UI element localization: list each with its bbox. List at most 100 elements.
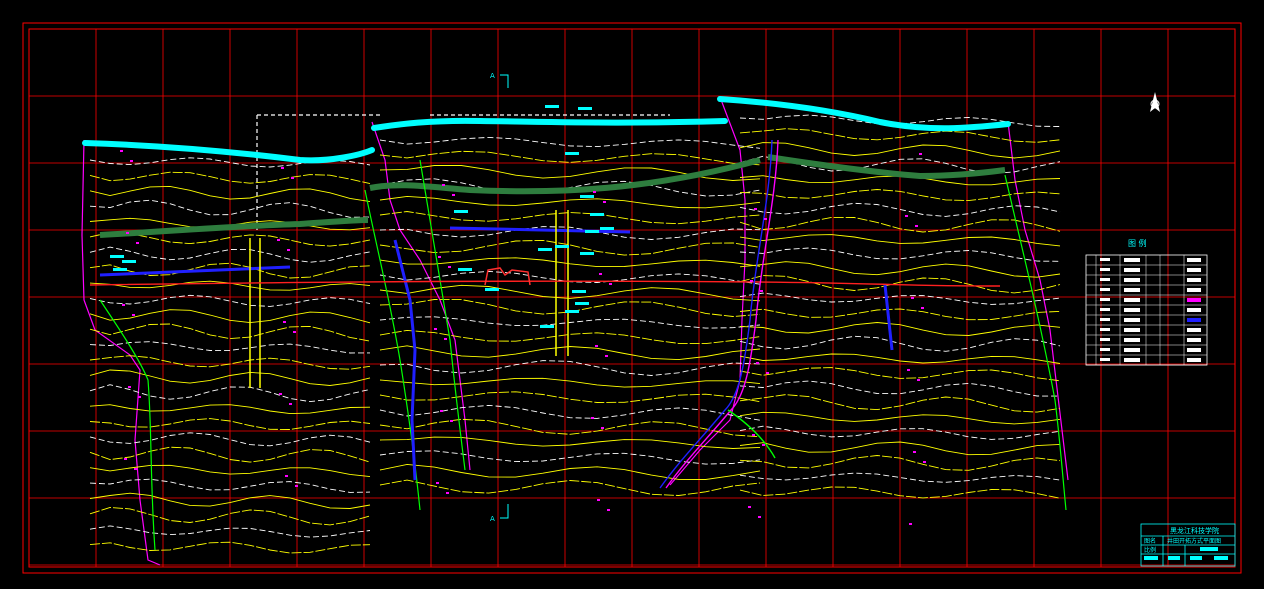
elevation-point	[905, 215, 908, 217]
legend-symbol-bar	[1100, 328, 1110, 331]
elevation-point	[758, 516, 761, 518]
legend-symbol-bar	[1100, 278, 1110, 281]
annotation-tag	[454, 210, 468, 213]
legend-grid	[1086, 255, 1207, 366]
river-segment-left	[82, 140, 375, 164]
legend-symbol-bar	[1187, 348, 1201, 352]
elevation-point	[750, 280, 753, 282]
section-mark-bottom-label: A	[490, 515, 495, 523]
legend-symbol-bar	[1124, 298, 1140, 302]
annotation-tag	[590, 213, 604, 216]
elevation-point	[609, 283, 612, 285]
annotation-tag	[565, 310, 579, 313]
legend-table: 图 例	[1085, 238, 1208, 366]
elevation-point	[442, 184, 445, 186]
legend-symbol-bar	[1124, 308, 1140, 312]
legend-symbol-bar	[1187, 328, 1201, 332]
contour-line	[379, 360, 761, 376]
left-block-boundary	[81, 139, 161, 566]
elevation-point	[605, 355, 608, 357]
elevation-point	[289, 403, 292, 405]
annotation-tag	[110, 255, 124, 258]
elevation-point	[919, 153, 922, 155]
legend-title: 图 例	[1128, 238, 1147, 248]
legend-symbol-bar	[1100, 268, 1110, 271]
elevation-point	[295, 485, 298, 487]
legend-symbol-bar	[1187, 338, 1201, 342]
elevation-point	[607, 509, 610, 511]
title-block-drawing-name: 井田开拓方式平面图	[1167, 537, 1221, 545]
legend-symbol-bar	[1187, 308, 1201, 312]
title-block-entry	[1144, 556, 1158, 560]
legend-symbol-bar	[1100, 308, 1110, 311]
annotation-tag	[575, 302, 589, 305]
shaft-left-outer	[249, 238, 261, 388]
elevation-point	[595, 345, 598, 347]
elevation-point	[291, 177, 294, 179]
elevation-point	[452, 194, 455, 196]
diagonal-road-a	[659, 139, 773, 489]
elevation-point	[907, 369, 910, 371]
elevation-point	[752, 434, 755, 436]
annotation-tag	[600, 227, 614, 230]
elevation-point	[132, 314, 135, 316]
elevation-point	[921, 307, 924, 309]
section-marker-top-bracket	[500, 74, 509, 88]
seam-floor-contours	[89, 114, 1061, 554]
legend-symbol-bar	[1100, 298, 1110, 301]
contour-line	[379, 316, 761, 329]
elevation-point	[760, 290, 763, 292]
elevation-point	[603, 201, 606, 203]
elevation-point	[446, 492, 449, 494]
elevation-point	[287, 249, 290, 251]
legend-symbol-bar	[1124, 338, 1140, 342]
legend-symbol-bar	[1100, 258, 1110, 261]
elevation-point	[923, 461, 926, 463]
elevation-point	[134, 468, 137, 470]
seam-right	[767, 154, 1006, 180]
contour-line	[379, 404, 761, 421]
seam-left	[99, 217, 369, 238]
river-band	[82, 96, 1011, 164]
section-marker-bottom	[500, 504, 509, 519]
legend-symbol-bar	[1124, 318, 1140, 322]
title-block-entry	[1214, 556, 1228, 560]
elevation-point	[438, 256, 441, 258]
contour-line	[379, 345, 761, 361]
section-mark-top-label: A	[490, 72, 495, 80]
elevation-point	[283, 321, 286, 323]
title-block-name-label: 图名	[1144, 537, 1156, 545]
legend-symbol-bar	[1100, 288, 1110, 291]
roadways	[99, 226, 894, 481]
elevation-point	[138, 396, 141, 398]
annotation-tag	[458, 268, 472, 271]
legend-symbol-bar	[1124, 348, 1140, 352]
elevation-point	[285, 475, 288, 477]
annotation-tag	[572, 290, 586, 293]
elevation-point	[756, 362, 759, 364]
legend-symbol-bar	[1187, 258, 1201, 262]
elevation-point	[434, 328, 437, 330]
legend-symbol-bar	[1187, 268, 1201, 272]
annotation-tag	[585, 230, 599, 233]
elevation-point	[279, 393, 282, 395]
elevation-point	[601, 427, 604, 429]
cad-drawing-canvas: A A 图 例 黑龙江科技学院 图名 井田开拓方式平面图 比例	[22, 22, 1242, 574]
contour-line	[379, 299, 761, 317]
diagonal-branch	[727, 409, 776, 459]
elevation-point	[450, 420, 453, 422]
legend-symbol-bar	[1124, 288, 1140, 292]
elevation-point	[591, 417, 594, 419]
elevation-point	[440, 410, 443, 412]
elevation-point	[915, 225, 918, 227]
elevation-point	[764, 218, 767, 220]
river-segment-middle	[371, 117, 728, 131]
annotation-tag	[540, 325, 554, 328]
annotation-tag	[122, 260, 136, 263]
contour-line	[379, 195, 761, 209]
elevation-point	[120, 150, 123, 152]
elevation-point	[126, 232, 129, 234]
title-block-entry	[1190, 556, 1202, 560]
annotation-tag	[113, 268, 127, 271]
legend-symbol-bar	[1124, 328, 1140, 332]
